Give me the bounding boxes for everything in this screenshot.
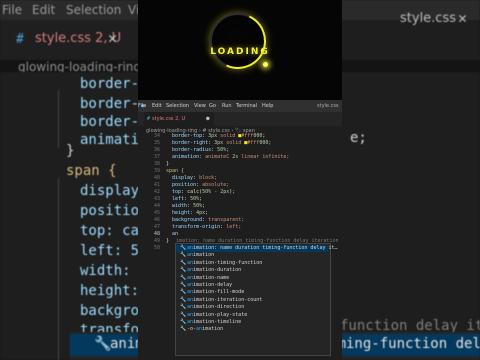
- suggestion-label: animation-direction: [187, 304, 245, 311]
- line-number: 37: [153, 154, 160, 160]
- wrench-icon: 🔧: [180, 259, 187, 266]
- close-icon[interactable]: ✕: [108, 29, 117, 47]
- suggestion-item[interactable]: 🔧 animation-timing-function: [176, 260, 328, 267]
- bg-menu-selection[interactable]: Selection: [66, 3, 121, 17]
- code-line: animation: animateC 2s linear infinite;: [172, 154, 290, 160]
- line-number: 47: [153, 224, 160, 230]
- wrench-icon: 🔧: [180, 274, 187, 281]
- code-line: left: 50%;: [172, 196, 203, 202]
- editor-tab-label: style.css 2, U: [152, 116, 186, 122]
- glow-dot: [263, 62, 268, 67]
- line-number: 39: [153, 168, 160, 174]
- line-number: 49: [153, 238, 160, 244]
- suggestion-item[interactable]: 🔧 -o-animation: [176, 326, 328, 333]
- line-number: 34: [153, 133, 160, 139]
- indent-guide: [58, 90, 59, 148]
- code-line: top: calc(50% - 2px);: [172, 189, 236, 195]
- bg-tab-right-label[interactable]: style.css: [400, 11, 456, 26]
- bg-tab[interactable]: # style.css 2, U ✕: [0, 20, 135, 60]
- css-file-icon: #: [16, 32, 24, 47]
- wrench-icon: 🔧: [180, 245, 187, 251]
- suggestion-item[interactable]: 🔧 animation-fill-mode: [176, 289, 328, 296]
- wrench-icon: 🔧: [94, 336, 112, 352]
- code-line: span {: [166, 168, 185, 174]
- suggestion-label: animation-duration: [187, 267, 242, 274]
- suggestion-label: animation-fill-mode: [187, 289, 245, 296]
- line-number: 45: [153, 210, 160, 216]
- code-line: transform-origin: left;: [172, 224, 242, 230]
- code-line: position: absolute;: [172, 182, 230, 188]
- editor-menubar: ◆ File Edit Selection View Go Run Termin…: [138, 100, 342, 112]
- suggestion-item[interactable]: 🔧 animation-duration: [176, 267, 328, 274]
- wrench-icon: 🔧: [180, 326, 187, 333]
- suggestion-label: animation-timeline: [187, 319, 242, 325]
- line-number: 44: [153, 203, 160, 209]
- line-number: 42: [153, 189, 160, 195]
- suggestion-label: animation-iteration-count: [187, 296, 263, 303]
- code-line: }: [166, 161, 170, 167]
- code-line: an: [172, 231, 179, 237]
- code-line: }: [166, 238, 170, 244]
- menu-run[interactable]: Run: [222, 103, 232, 109]
- bg-menu-file[interactable]: File: [2, 3, 22, 17]
- suggestion-label: animation-timing-function: [187, 259, 263, 266]
- line-number: 38: [153, 161, 160, 167]
- line-number: 43: [153, 196, 160, 202]
- suggestion-label: animation-name: [187, 274, 230, 281]
- bg-code-line: span {: [66, 163, 117, 179]
- suggestion-item[interactable]: 🔧 animation-iteration-count: [176, 297, 328, 304]
- line-number: 50: [153, 245, 160, 251]
- line-number: 41: [153, 182, 160, 188]
- line-number: 35: [153, 140, 160, 146]
- suggestion-label: animation: [187, 252, 215, 259]
- line-number: 40: [153, 175, 160, 181]
- bg-code-fragment: e;: [350, 130, 367, 146]
- code-line: background: transparent;: [172, 217, 245, 223]
- close-icon[interactable]: ✕: [458, 9, 467, 27]
- wrench-icon: 🔧: [180, 282, 187, 288]
- menu-go[interactable]: Go: [209, 103, 216, 109]
- suggestion-label: animation-delay: [187, 282, 233, 288]
- menu-selection[interactable]: Selection: [166, 103, 189, 109]
- suggestion-item[interactable]: 🔧 animation-direction: [176, 304, 328, 311]
- wrench-icon: 🔧: [180, 289, 187, 296]
- window-title: style.css: [317, 103, 339, 109]
- menu-view[interactable]: View: [194, 103, 206, 109]
- menu-edit[interactable]: Edit: [152, 103, 162, 109]
- code-line: height: 4px;: [172, 210, 209, 216]
- code-line: border-top: 3px solid ■#fff000;: [172, 133, 266, 139]
- wrench-icon: 🔧: [180, 311, 187, 318]
- wrench-icon: 🔧: [180, 267, 187, 274]
- suggestion-item[interactable]: 🔧 animation-play-state: [176, 312, 328, 319]
- suggestion-label: animation: name duration timing-function…: [187, 245, 338, 251]
- line-number: 46: [153, 217, 160, 223]
- loading-text: LOADING: [210, 47, 270, 57]
- suggestion-item[interactable]: 🔧 animation: [176, 252, 328, 259]
- suggestion-item[interactable]: 🔧 animation-name: [176, 275, 328, 282]
- menu-help[interactable]: Help: [262, 103, 273, 109]
- code-line: border-right: 3px solid ■#fff000;: [172, 140, 272, 146]
- wrench-icon: 🔧: [180, 319, 187, 325]
- wrench-icon: 🔧: [180, 304, 187, 311]
- video-panel: LOADING ◆ File Edit Selection View Go Ru…: [138, 0, 342, 360]
- wrench-icon: 🔧: [180, 252, 187, 259]
- wrench-icon: 🔧: [180, 296, 187, 303]
- indent-guide: [58, 178, 59, 360]
- bg-code-line: }: [66, 143, 75, 159]
- menu-file[interactable]: File: [138, 103, 146, 109]
- css-file-icon: #: [147, 116, 151, 122]
- suggestion-label: animation-play-state: [187, 311, 248, 318]
- line-number: 48: [153, 231, 160, 237]
- suggestion-item[interactable]: 🔧 animation-delay: [176, 282, 328, 289]
- code-line: border-radius: 50%;: [172, 147, 230, 153]
- code-line: width: 50%;: [172, 203, 206, 209]
- line-number: 36: [153, 147, 160, 153]
- code-line: display: block;: [172, 175, 218, 181]
- suggestion-item[interactable]: 🔧 animation-timeline: [176, 319, 328, 326]
- bg-menu-edit[interactable]: Edit: [32, 3, 55, 17]
- close-icon[interactable]: ●: [206, 115, 210, 122]
- suggestion-label: -o-animation: [187, 326, 224, 333]
- suggestion-item[interactable]: 🔧 animation: name duration timing-functio…: [176, 245, 338, 252]
- menu-terminal[interactable]: Terminal: [236, 103, 257, 109]
